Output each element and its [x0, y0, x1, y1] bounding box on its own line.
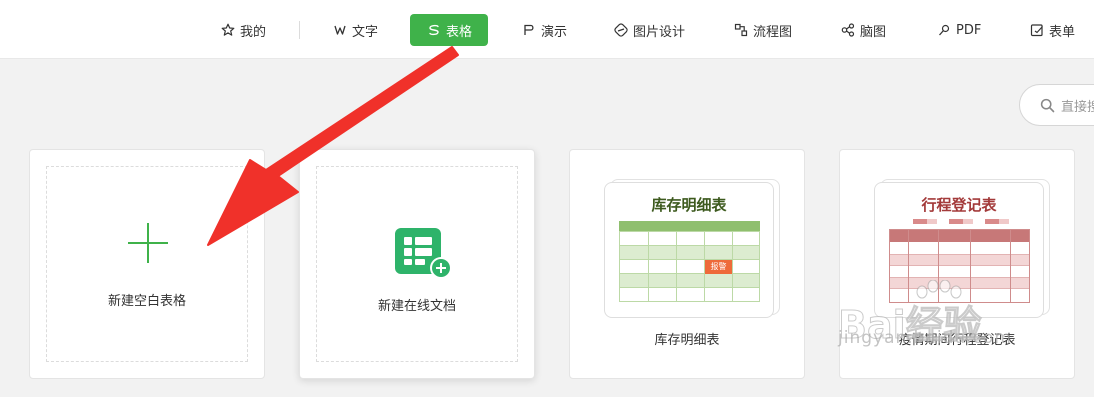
- red-arrow-annotation: [207, 46, 459, 246]
